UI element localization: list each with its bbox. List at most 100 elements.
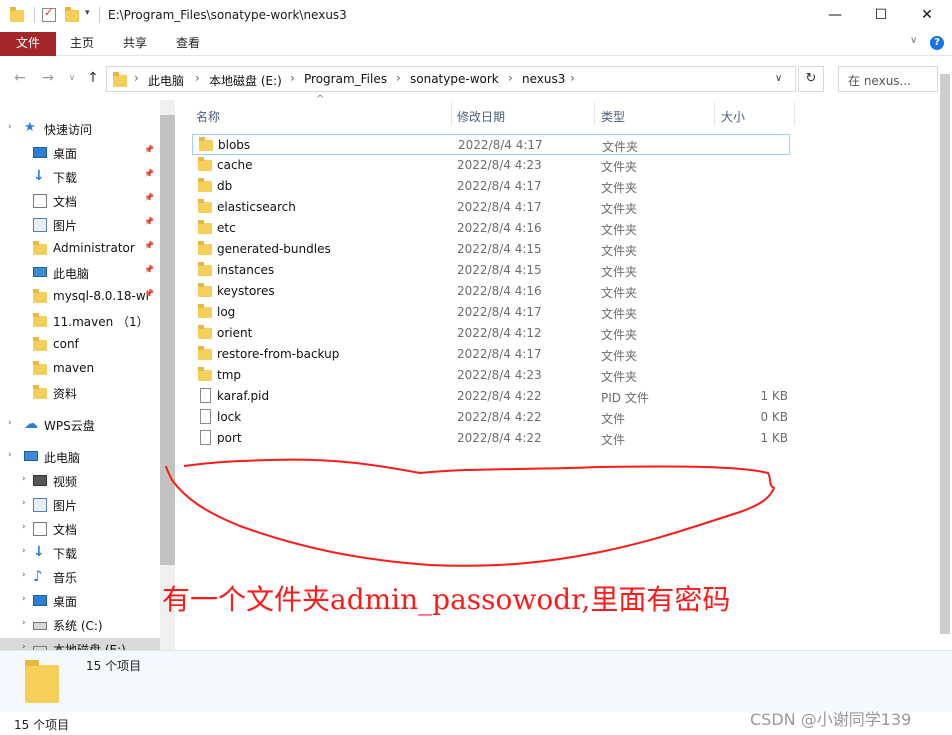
address-dropdown-icon[interactable]: ∨ [775,73,782,84]
sidebar-quick-item[interactable]: 此电脑 📌 [0,262,160,284]
file-row[interactable]: keystores 2022/8/4 4:16 文件夹 [192,281,790,302]
column-header-date[interactable]: 修改日期 [452,100,595,128]
file-row[interactable]: karaf.pid 2022/8/4 4:22 PID 文件 1 KB [192,386,790,407]
chevron-right-icon[interactable]: › [22,642,26,650]
chevron-right-icon[interactable]: › [22,522,26,532]
pin-icon[interactable]: 📌 [144,217,154,226]
file-row[interactable]: instances 2022/8/4 4:15 文件夹 [192,260,790,281]
chevron-right-icon[interactable]: › [8,418,12,428]
main-scrollbar-thumb[interactable] [940,74,950,634]
file-name: port [217,431,242,445]
sidebar-scrollbar-thumb[interactable] [160,115,175,565]
file-row[interactable]: elasticsearch 2022/8/4 4:17 文件夹 [192,197,790,218]
sidebar-pc-item[interactable]: › 本地磁盘 (E:) [0,638,160,650]
sidebar-quick-item[interactable]: 文档 📌 [0,190,160,212]
tab-file[interactable]: 文件 [0,32,56,56]
file-type: 文件夹 [601,307,638,321]
file-row[interactable]: db 2022/8/4 4:17 文件夹 [192,176,790,197]
file-row[interactable]: generated-bundles 2022/8/4 4:15 文件夹 [192,239,790,260]
recent-locations-icon[interactable]: ∨ [63,68,81,88]
file-row[interactable]: etc 2022/8/4 4:16 文件夹 [192,218,790,239]
tab-home[interactable]: 主页 [70,32,94,56]
pin-icon[interactable]: 📌 [144,265,154,274]
sidebar-quick-item[interactable]: 11.maven （1） [0,310,160,332]
file-type: 文件夹 [601,328,638,342]
file-date: 2022/8/4 4:12 [457,326,542,340]
sidebar-pc-item[interactable]: › 文档 [0,518,160,540]
forward-icon[interactable]: → [39,68,57,88]
close-button[interactable]: ✕ [904,0,950,32]
file-row[interactable]: cache 2022/8/4 4:23 文件夹 [192,155,790,176]
column-divider[interactable] [794,102,795,126]
chevron-right-icon[interactable]: › [22,498,26,508]
file-date: 2022/8/4 4:22 [457,389,542,403]
chevron-right-icon[interactable]: › [22,594,26,604]
sidebar-item-quick-access[interactable]: › ★ 快速访问 [0,118,160,140]
file-name: keystores [217,284,275,298]
chevron-right-icon[interactable]: › [22,570,26,580]
file-row[interactable]: log 2022/8/4 4:17 文件夹 [192,302,790,323]
file-row[interactable]: port 2022/8/4 4:22 文件 1 KB [192,428,790,449]
properties-icon[interactable]: ✓ [42,6,56,22]
breadcrumb-nexus3[interactable]: nexus3 [522,72,565,86]
address-bar[interactable]: › 此电脑 › 本地磁盘 (E:) › Program_Files › sona… [106,66,796,92]
sidebar-quick-item[interactable]: mysql-8.0.18-wi 📌 [0,286,160,308]
breadcrumb-drive-e[interactable]: 本地磁盘 (E:) [209,72,282,89]
chevron-right-icon[interactable]: › [22,474,26,484]
back-icon[interactable]: ← [11,68,29,88]
sidebar-pc-item[interactable]: › 桌面 [0,590,160,612]
breadcrumb-sonatype-work[interactable]: sonatype-work [410,72,499,86]
file-row[interactable]: restore-from-backup 2022/8/4 4:17 文件夹 [192,344,790,365]
music-icon: ♪ [33,567,43,585]
sidebar-quick-item[interactable]: 桌面 📌 [0,142,160,164]
chevron-right-icon[interactable]: › [22,618,26,628]
file-date: 2022/8/4 4:23 [457,368,542,382]
pin-icon[interactable]: 📌 [144,289,154,298]
column-header-name[interactable]: 名称 [192,100,452,128]
expand-ribbon-icon[interactable]: ∨ [910,35,917,46]
sidebar-item-this-pc[interactable]: › 此电脑 [0,446,160,468]
breadcrumb-program-files[interactable]: Program_Files [304,72,387,86]
pin-icon[interactable]: 📌 [144,193,154,202]
sidebar-quick-item[interactable]: ↓ 下载 📌 [0,166,160,188]
file-row[interactable]: blobs 2022/8/4 4:17 文件夹 [192,134,790,155]
navigation-pane: › ★ 快速访问 桌面 📌 ↓ 下载 📌 文档 📌 图片 📌 Administrator 📌 此电脑 📌… [0,100,175,650]
sidebar-pc-item[interactable]: › 系统 (C:) [0,614,160,636]
sidebar-quick-item[interactable]: maven [0,358,160,380]
help-icon[interactable]: ? [930,36,944,50]
pin-icon[interactable]: 📌 [144,241,154,250]
file-row[interactable]: lock 2022/8/4 4:22 文件 0 KB [192,407,790,428]
minimize-button[interactable]: — [812,0,858,32]
refresh-button[interactable]: ↻ [798,66,824,92]
video-icon [33,475,47,486]
pin-icon[interactable]: 📌 [144,145,154,154]
chevron-right-icon[interactable]: › [8,450,12,460]
customize-toolbar-icon[interactable]: ▾ [85,8,90,26]
file-row[interactable]: tmp 2022/8/4 4:23 文件夹 [192,365,790,386]
sidebar-quick-item[interactable]: 图片 📌 [0,214,160,236]
sidebar-quick-item[interactable]: Administrator 📌 [0,238,160,260]
chevron-right-icon[interactable]: › [8,122,12,132]
up-icon[interactable]: ↑ [84,68,102,88]
sidebar-quick-item[interactable]: conf [0,334,160,356]
tab-view[interactable]: 查看 [176,32,200,56]
sidebar-pc-item[interactable]: › ♪ 音乐 [0,566,160,588]
file-name: tmp [217,368,242,382]
pc-icon [24,451,38,461]
search-input[interactable]: 在 nexus... [838,66,938,92]
file-row[interactable]: orient 2022/8/4 4:12 文件夹 [192,323,790,344]
sidebar-pc-item[interactable]: › 图片 [0,494,160,516]
tab-share[interactable]: 共享 [123,32,147,56]
maximize-button[interactable]: ☐ [858,0,904,32]
pin-icon[interactable]: 📌 [144,169,154,178]
breadcrumb-this-pc[interactable]: 此电脑 [148,72,184,89]
sidebar-quick-item[interactable]: 资料 [0,382,160,404]
column-header-type[interactable]: 类型 [595,100,715,128]
sidebar-item-wps-cloud[interactable]: › ☁ WPS云盘 [0,414,160,436]
sidebar-pc-item[interactable]: › 视频 [0,470,160,492]
new-folder-icon[interactable] [65,7,79,22]
folder-icon [198,304,212,318]
column-header-size[interactable]: 大小 [715,100,795,128]
chevron-right-icon[interactable]: › [22,546,26,556]
sidebar-pc-item[interactable]: › ↓ 下载 [0,542,160,564]
